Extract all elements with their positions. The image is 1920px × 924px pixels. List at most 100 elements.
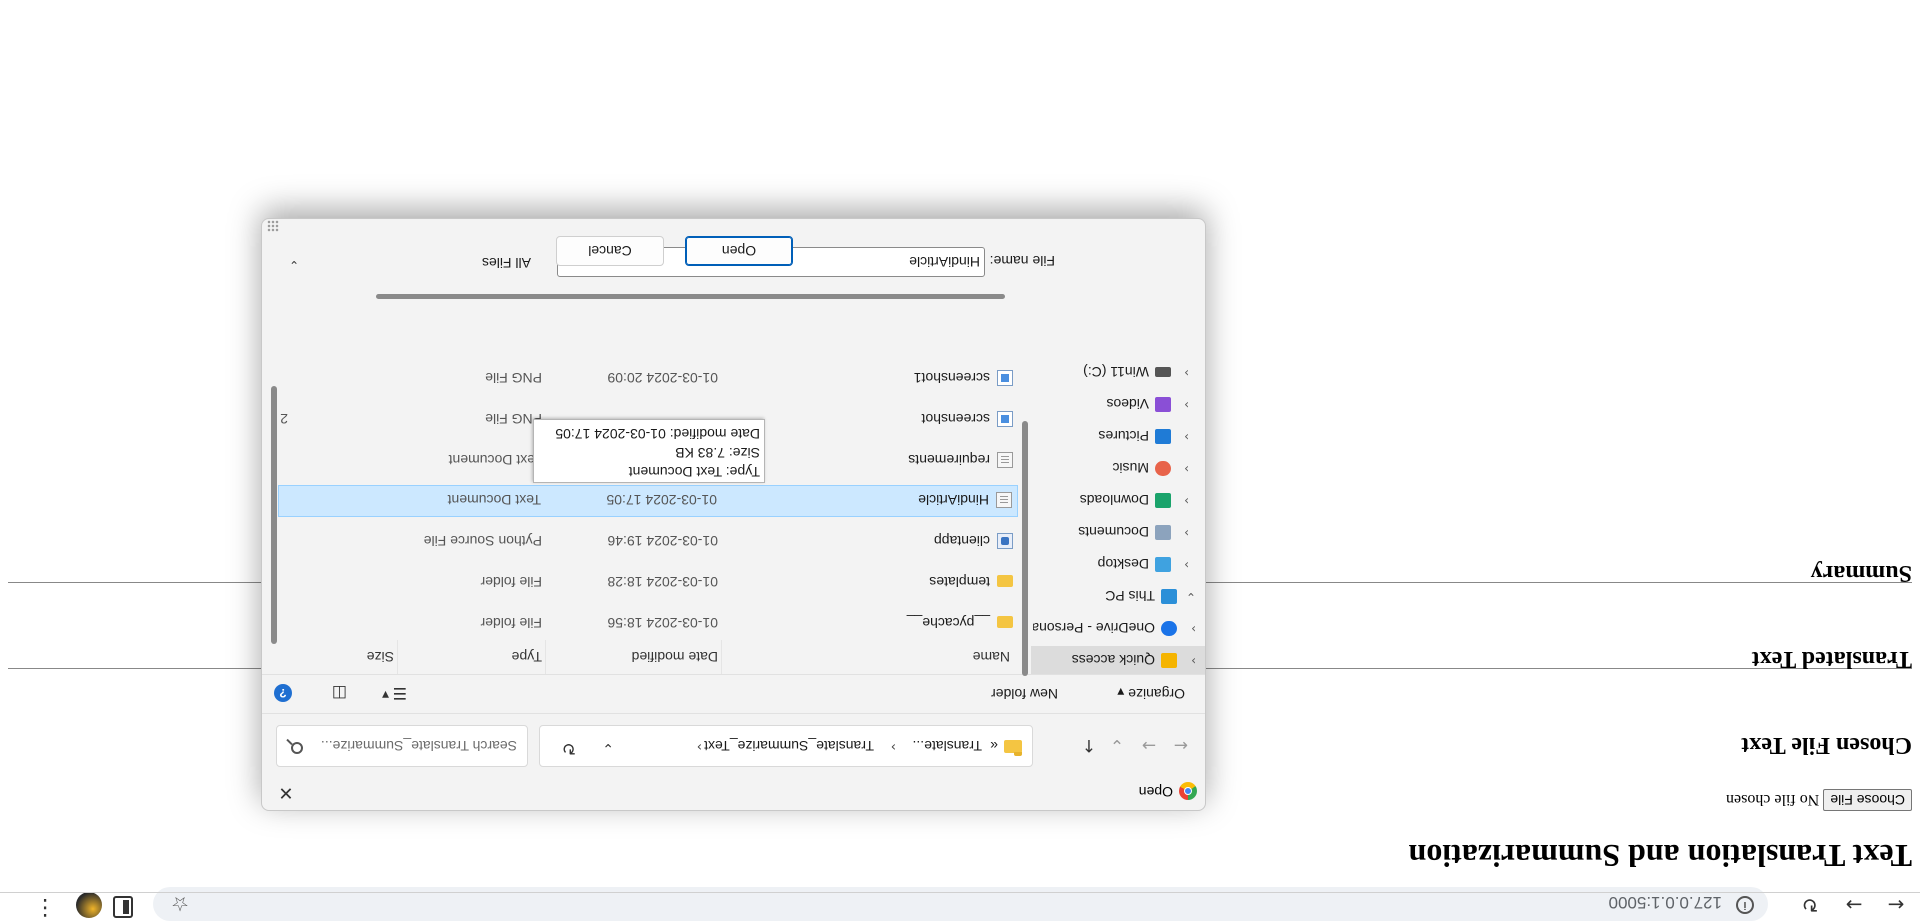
file-row[interactable]: clientapp 01-03-2024 19:46 Python Source…: [278, 525, 1018, 557]
chevron-down-icon[interactable]: ⌄: [602, 740, 614, 756]
file-list-hscrollbar[interactable]: [376, 294, 1005, 299]
tree-item-pictures[interactable]: › Pictures: [1031, 422, 1205, 450]
folder-icon: [997, 616, 1013, 628]
summary-heading: Summary: [1810, 560, 1912, 586]
url-text[interactable]: 127.0.0.1:5000: [1609, 892, 1722, 912]
preview-pane-icon[interactable]: ◫: [332, 684, 347, 703]
breadcrumb[interactable]: « Translate... › Translate_Summarize_Tex…: [539, 725, 1033, 767]
image-file-icon: [997, 370, 1013, 386]
organize-button[interactable]: Organize▼: [1117, 686, 1185, 702]
column-label: Name: [972, 649, 1010, 665]
open-button[interactable]: Open: [685, 236, 793, 266]
new-folder-button[interactable]: New folder: [991, 686, 1058, 702]
dialog-titlebar: Open ✕: [262, 774, 1205, 810]
file-name: screenshot: [921, 411, 990, 427]
browser-toolbar: ← → ↻ i 127.0.0.1:5000 ☆ ⋮: [0, 887, 1920, 924]
divider: [397, 640, 398, 674]
choose-file-button[interactable]: Choose File: [1823, 789, 1912, 811]
breadcrumb-item[interactable]: Translate...: [912, 738, 982, 754]
side-panel-icon[interactable]: [113, 896, 133, 918]
chevron-right-icon[interactable]: ›: [1191, 622, 1196, 636]
column-header-name[interactable]: ⌃ Name: [724, 640, 1014, 674]
cancel-button[interactable]: Cancel: [556, 236, 664, 266]
refresh-icon[interactable]: ↻: [562, 738, 576, 758]
tree-label: Win11 (C:): [1083, 364, 1149, 380]
column-header-size[interactable]: Size: [284, 640, 394, 674]
open-file-dialog: Open ✕ ← → ⌄ ↑ « Translate... › Translat…: [261, 218, 1206, 811]
back-icon[interactable]: ←: [1169, 733, 1193, 757]
file-name: HindiArticle: [918, 492, 989, 508]
tooltip-line: Date modified: 01-03-2024 17:05: [555, 426, 760, 442]
help-icon[interactable]: ?: [274, 684, 292, 702]
tree-label: This PC: [1105, 588, 1155, 604]
site-info-icon[interactable]: i: [1736, 896, 1754, 914]
python-file-icon: [997, 533, 1013, 549]
dialog-toolbar: Organize▼ New folder ☰ ▼ ◫ ?: [262, 675, 1205, 713]
chevron-right-icon[interactable]: ›: [1184, 430, 1189, 444]
divider: [545, 640, 546, 674]
column-label: Date modified: [631, 649, 718, 665]
chosen-file-heading: Chosen File Text: [1741, 732, 1912, 758]
tree-item-desktop[interactable]: › Desktop: [1031, 550, 1205, 578]
close-icon[interactable]: ✕: [272, 780, 300, 804]
chevron-right-icon[interactable]: ›: [1184, 494, 1189, 508]
file-row[interactable]: __pycache__ 01-03-2024 18:56 File folder: [278, 607, 1018, 639]
view-list-icon[interactable]: ☰: [393, 684, 407, 703]
chevron-down-icon[interactable]: ⌄: [1186, 590, 1196, 604]
chevron-right-icon[interactable]: ›: [1184, 462, 1189, 476]
tree-item-drive-c[interactable]: › Win11 (C:): [1031, 358, 1205, 386]
star-icon[interactable]: ☆: [171, 892, 189, 916]
tree-label: Desktop: [1097, 556, 1149, 572]
tree-item-music[interactable]: › Music: [1031, 454, 1205, 482]
chevron-right-icon[interactable]: ›: [1184, 526, 1189, 540]
search-icon: [291, 742, 303, 754]
download-icon: [1155, 493, 1171, 508]
tree-item-downloads[interactable]: › Downloads: [1031, 486, 1205, 514]
chevron-right-icon[interactable]: ›: [1184, 366, 1189, 380]
file-name: __pycache__: [906, 615, 990, 631]
file-list: ⌃ Name Date modified Type Size __pycache…: [278, 289, 1018, 674]
tree-label: Documents: [1078, 524, 1149, 540]
cloud-icon: [1161, 621, 1177, 636]
tree-item-documents[interactable]: › Documents: [1031, 518, 1205, 546]
column-header-type[interactable]: Type: [392, 640, 542, 674]
divider: [721, 640, 722, 674]
caret-down-icon[interactable]: ▼: [382, 689, 389, 699]
file-row[interactable]: screenshot1 01-03-2024 20:09 PNG File: [278, 362, 1018, 394]
tree-item-this-pc[interactable]: ⌄ This PC: [1031, 582, 1205, 610]
file-type-select[interactable]: All Files ⌄: [283, 247, 545, 277]
resize-grip-icon[interactable]: [267, 220, 279, 232]
more-vert-icon[interactable]: ⋮: [34, 895, 56, 920]
file-list-scrollbar[interactable]: [271, 386, 277, 644]
dialog-title: Open: [1138, 784, 1173, 800]
tree-scrollbar[interactable]: [1022, 421, 1028, 676]
tooltip-line: Size: 7.83 KB: [675, 445, 760, 461]
breadcrumb-overflow[interactable]: «: [990, 738, 998, 754]
chevron-down-icon[interactable]: ⌄: [1105, 733, 1129, 757]
breadcrumb-item[interactable]: Translate_Summarize_Text: [704, 738, 874, 754]
organize-label: Organize: [1128, 686, 1185, 702]
file-row-selected[interactable]: HindiArticle 01-03-2024 17:05 Text Docum…: [278, 485, 1018, 517]
column-header-date[interactable]: Date modified: [538, 640, 718, 674]
tree-item-onedrive[interactable]: › OneDrive - Personal: [1031, 614, 1205, 642]
tooltip-line: Type: Text Document: [628, 464, 760, 480]
tree-item-quick-access[interactable]: › Quick access: [1031, 646, 1205, 674]
search-input[interactable]: Search Translate_Summarize...: [276, 725, 528, 767]
chevron-right-icon[interactable]: ›: [1184, 558, 1189, 572]
back-icon[interactable]: ←: [1882, 892, 1910, 918]
forward-icon[interactable]: →: [1137, 733, 1161, 757]
profile-icon[interactable]: [76, 892, 102, 918]
translated-heading: Translated Text: [1751, 646, 1912, 672]
file-row[interactable]: templates 01-03-2024 18:28 File folder: [278, 566, 1018, 598]
chevron-right-icon[interactable]: ›: [1191, 654, 1196, 668]
reload-icon[interactable]: ↻: [1796, 892, 1824, 918]
file-name: clientapp: [933, 533, 990, 549]
chevron-right-icon[interactable]: ›: [1184, 398, 1189, 412]
tree-item-videos[interactable]: › Videos: [1031, 390, 1205, 418]
page-title: Text Translation and Summarization: [1408, 838, 1912, 874]
file-date: 01-03-2024 17:05: [606, 492, 717, 508]
search-placeholder: Search Translate_Summarize...: [320, 738, 517, 754]
up-arrow-icon[interactable]: ↑: [1077, 733, 1101, 757]
chevron-right-icon[interactable]: ›: [697, 739, 702, 754]
forward-icon[interactable]: →: [1840, 892, 1868, 918]
